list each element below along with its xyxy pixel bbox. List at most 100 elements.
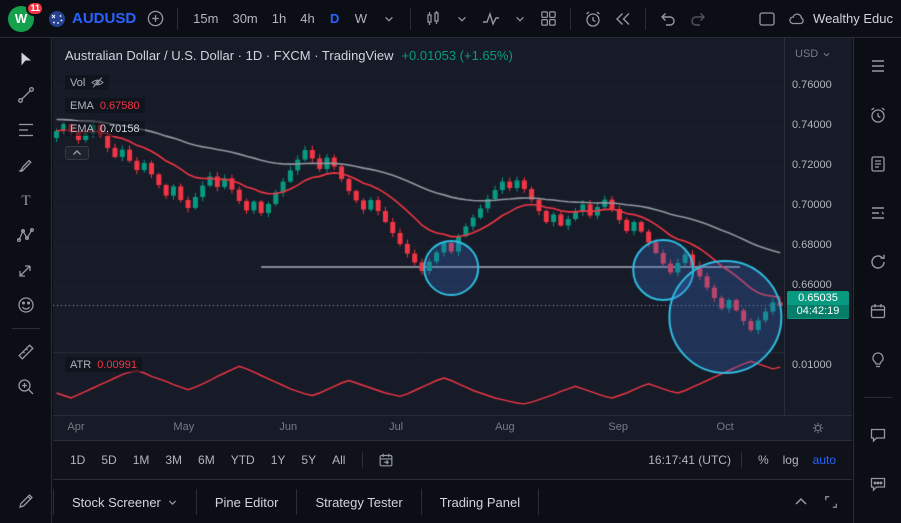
range-button-1Y[interactable]: 1Y xyxy=(264,449,293,471)
go-to-date-button[interactable] xyxy=(373,446,399,474)
drawing-toolbar: T xyxy=(0,38,52,523)
tab-stock-screener[interactable]: Stock Screener xyxy=(53,489,197,515)
last-price-label: 0.65035 04:42:19 xyxy=(787,291,849,319)
zoom-tool-button[interactable] xyxy=(8,371,44,403)
clock-label[interactable]: 16:17:41 (UTC) xyxy=(648,453,731,467)
calendar-button[interactable] xyxy=(860,295,896,327)
timeframe-button-1h[interactable]: 1h xyxy=(265,5,293,33)
range-button-3M[interactable]: 3M xyxy=(158,449,189,471)
tab-label: Stock Screener xyxy=(72,495,161,510)
indicators-button[interactable] xyxy=(477,5,505,33)
watchlist-button[interactable] xyxy=(860,50,896,82)
fullscreen-button[interactable] xyxy=(753,5,781,33)
emoji-tool-button[interactable] xyxy=(8,289,44,321)
bar-replay-button[interactable] xyxy=(609,5,637,33)
add-symbol-button[interactable] xyxy=(142,5,169,33)
ema-slow-legend-row[interactable]: EMA 0.70158 xyxy=(65,121,145,136)
range-button-5Y[interactable]: 5Y xyxy=(294,449,323,471)
range-button-YTD[interactable]: YTD xyxy=(224,449,262,471)
range-button-6M[interactable]: 6M xyxy=(191,449,222,471)
forecast-tool-button[interactable] xyxy=(8,254,44,286)
ema-fast-legend-row[interactable]: EMA 0.67580 xyxy=(65,98,145,113)
alerts-button[interactable] xyxy=(860,99,896,131)
trend-line-tool-button[interactable] xyxy=(8,79,44,111)
tab-strategy-tester[interactable]: Strategy Tester xyxy=(297,489,421,515)
month-label: Oct xyxy=(717,421,734,433)
show-drawings-button[interactable] xyxy=(8,485,44,517)
price-tick: 0.76000 xyxy=(792,79,832,91)
timeframe-dropdown-button[interactable] xyxy=(376,5,402,33)
tab-pine-editor[interactable]: Pine Editor xyxy=(197,489,298,515)
rail-divider xyxy=(864,397,892,398)
legend-collapse-button[interactable] xyxy=(65,146,89,160)
text-tool-button[interactable]: T xyxy=(8,184,44,216)
eye-hidden-icon[interactable] xyxy=(91,77,104,88)
logo[interactable]: W 11 xyxy=(8,4,42,34)
toolbar-separator xyxy=(410,8,411,30)
atr-scale-tick: 0.01000 xyxy=(792,359,832,371)
chart-title[interactable]: Australian Dollar / U.S. Dollar · 1D · F… xyxy=(65,48,393,63)
bottom-toolbar: 1D5D1M3M6MYTD1Y5YAll 16:17:41 (UTC) % lo… xyxy=(53,440,852,480)
currency-selector[interactable]: USD xyxy=(795,48,831,60)
price-scale[interactable]: USD 0.760000.740000.720000.700000.680000… xyxy=(784,38,852,440)
timeframe-button-D[interactable]: D xyxy=(322,5,348,33)
month-label: Aug xyxy=(495,421,515,433)
pattern-tool-button[interactable] xyxy=(8,219,44,251)
ideas-button[interactable] xyxy=(860,344,896,376)
symbol-name[interactable]: AUDUSD xyxy=(72,10,136,27)
ema-fast-label: EMA xyxy=(70,100,94,112)
notification-badge[interactable]: 11 xyxy=(26,1,44,16)
go-to-date-icon xyxy=(377,451,395,469)
measure-tool-button[interactable] xyxy=(8,336,44,368)
timeframe-button-4h[interactable]: 4h xyxy=(293,5,321,33)
price-tick: 0.70000 xyxy=(792,199,832,211)
brush-tool-button[interactable] xyxy=(8,149,44,181)
aud-flag-icon xyxy=(48,10,66,28)
volume-legend-row[interactable]: Vol xyxy=(65,75,109,90)
price-tick: 0.72000 xyxy=(792,159,832,171)
chart-type-dropdown-button[interactable] xyxy=(449,5,475,33)
month-label: Jun xyxy=(279,421,297,433)
chevron-down-icon xyxy=(822,50,831,59)
month-label: Jul xyxy=(389,421,403,433)
hotlists-button[interactable] xyxy=(860,197,896,229)
timeframe-button-30m[interactable]: 30m xyxy=(225,5,264,33)
last-price-value: 0.65035 xyxy=(798,292,838,304)
tab-trading-panel[interactable]: Trading Panel xyxy=(422,489,539,515)
range-button-All[interactable]: All xyxy=(325,449,352,471)
range-button-1M[interactable]: 1M xyxy=(126,449,157,471)
fib-lines-icon xyxy=(16,120,36,140)
price-change: +0.01053 (+1.65%) xyxy=(401,48,512,63)
atr-legend-row[interactable]: ATR 0.00991 xyxy=(65,357,142,372)
range-button-5D[interactable]: 5D xyxy=(94,449,123,471)
undo-button[interactable] xyxy=(654,5,682,33)
chart-settings-button[interactable] xyxy=(810,420,826,436)
auto-scale-button[interactable]: auto xyxy=(807,449,842,471)
chat-button[interactable] xyxy=(860,419,896,451)
log-scale-button[interactable]: log xyxy=(777,449,805,471)
account-name[interactable]: Wealthy Educ xyxy=(813,11,893,26)
cursor-tool-button[interactable] xyxy=(8,44,44,76)
news-button[interactable] xyxy=(860,148,896,180)
atr-label: ATR xyxy=(70,359,91,371)
create-alert-button[interactable] xyxy=(579,5,607,33)
currency-label: USD xyxy=(795,48,818,60)
chart-type-button[interactable] xyxy=(419,5,447,33)
fib-tool-button[interactable] xyxy=(8,114,44,146)
panel-expand-button[interactable] xyxy=(794,496,808,508)
grid-icon xyxy=(539,9,558,28)
news-icon xyxy=(868,154,888,174)
time-axis[interactable]: AprMayJunJulAugSepOct xyxy=(53,415,852,440)
refresh-button[interactable] xyxy=(860,246,896,278)
panel-maximize-button[interactable] xyxy=(824,495,838,509)
layout-grid-button[interactable] xyxy=(535,5,562,33)
timeframe-button-15m[interactable]: 15m xyxy=(186,5,225,33)
indicators-dropdown-button[interactable] xyxy=(507,5,533,33)
support-button[interactable] xyxy=(860,468,896,500)
range-button-1D[interactable]: 1D xyxy=(63,449,92,471)
percent-scale-button[interactable]: % xyxy=(752,449,775,471)
timeframe-button-W[interactable]: W xyxy=(348,5,374,33)
toolbar-separator xyxy=(570,8,571,30)
maximize-icon xyxy=(824,495,838,509)
redo-button[interactable] xyxy=(684,5,712,33)
